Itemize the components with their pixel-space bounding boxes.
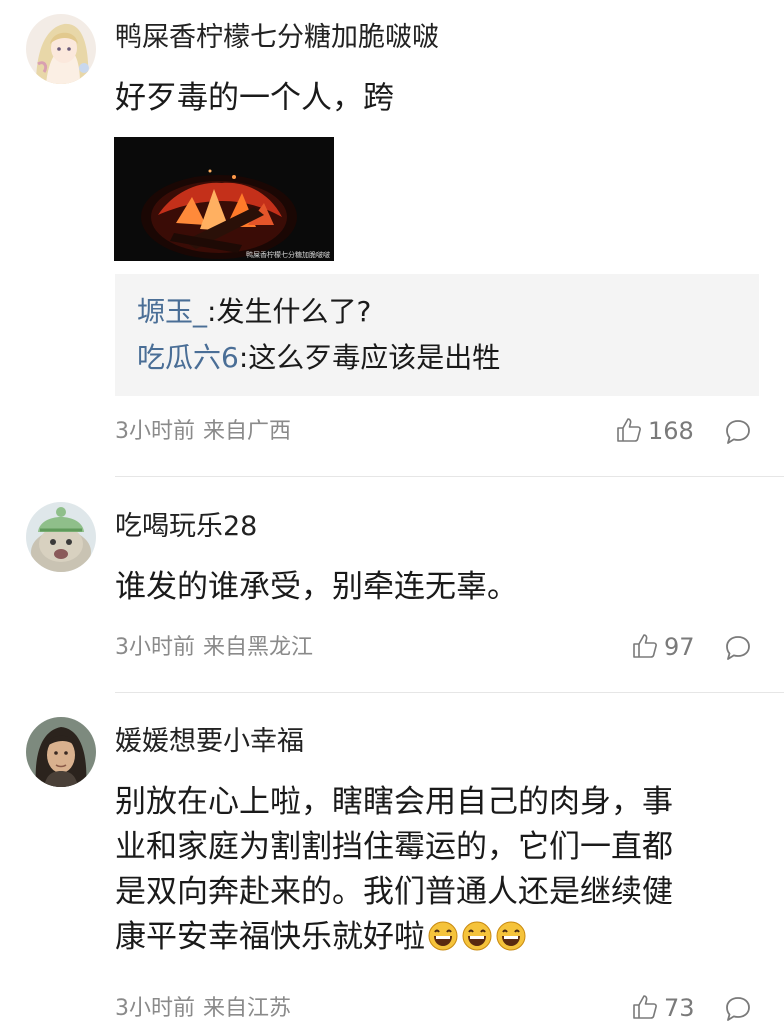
comment-image[interactable]: 鸭屎香柠檬七分糖加脆啵啵 <box>114 137 334 261</box>
comment-meta: 3小时前 来自江苏 <box>115 995 291 1023</box>
emoji-group <box>425 920 527 965</box>
comment-meta: 3小时前 来自广西 <box>115 418 291 446</box>
comment-time: 3小时前 <box>115 419 195 444</box>
comment-text-line: 别放在心上啦，瞎瞎会用自己的肉身，事 <box>115 784 673 820</box>
reply-button[interactable] <box>724 995 752 1023</box>
thumbs-up-icon <box>617 418 641 442</box>
comment-location: 来自黑龙江 <box>203 635 314 660</box>
cat-avatar-icon <box>26 502 96 572</box>
comment-text-line: 是双向奔赴来的。我们普通人还是继续健 <box>115 874 673 910</box>
reply-button[interactable] <box>724 418 752 446</box>
comment-time: 3小时前 <box>115 996 195 1021</box>
avatar[interactable] <box>26 502 96 572</box>
comment-username[interactable]: 媛媛想要小幸福 <box>115 725 304 759</box>
comment-time: 3小时前 <box>115 635 195 660</box>
reply-text: :发生什么了? <box>207 295 372 328</box>
like-count: 97 <box>664 633 695 661</box>
comment-text: 别放在心上啦，瞎瞎会用自己的肉身，事 业和家庭为割割挡住霉运的，它们一直都 是双… <box>115 780 755 965</box>
grin-emoji-icon <box>496 921 526 951</box>
comment-text-line: 康平安幸福快乐就好啦 <box>115 919 425 955</box>
campfire-image-icon: 鸭屎香柠檬七分糖加脆啵啵 <box>114 137 334 261</box>
comment-item: 鸭屎香柠檬七分糖加脆啵啵 好歹毒的一个人，跨 鸭屎香柠檬七分糖加脆啵啵 塬玉_:… <box>0 0 784 470</box>
speech-bubble-icon <box>726 636 750 660</box>
comment-text-line: 业和家庭为割割挡住霉运的，它们一直都 <box>115 829 673 865</box>
grin-emoji-icon <box>428 921 458 951</box>
reply-preview-box[interactable]: 塬玉_:发生什么了? 吃瓜六6:这么歹毒应该是出牲 <box>115 274 759 396</box>
reply-username[interactable]: 塬玉_ <box>137 295 207 328</box>
avatar[interactable] <box>26 717 96 787</box>
avatar[interactable] <box>26 14 96 84</box>
like-button[interactable]: 168 <box>616 416 694 446</box>
comment-username[interactable]: 鸭屎香柠檬七分糖加脆啵啵 <box>115 21 439 55</box>
reply-item[interactable]: 塬玉_:发生什么了? <box>137 294 371 330</box>
like-count: 73 <box>664 994 695 1022</box>
image-watermark: 鸭屎香柠檬七分糖加脆啵啵 <box>246 250 330 259</box>
comment-meta: 3小时前 来自黑龙江 <box>115 634 313 662</box>
like-count: 168 <box>648 417 694 445</box>
reply-text: :这么歹毒应该是出牲 <box>238 341 501 374</box>
like-button[interactable]: 73 <box>632 993 695 1023</box>
man-portrait-avatar-icon <box>26 717 96 787</box>
anime-girl-avatar-icon <box>26 14 96 84</box>
grin-emoji-icon <box>462 921 492 951</box>
thumbs-up-icon <box>633 634 657 658</box>
like-button[interactable]: 97 <box>632 632 695 662</box>
comment-text-line-last: 康平安幸福快乐就好啦 <box>115 915 755 965</box>
reply-button[interactable] <box>724 634 752 662</box>
reply-item[interactable]: 吃瓜六6:这么歹毒应该是出牲 <box>137 340 500 376</box>
comment-text: 好歹毒的一个人，跨 <box>115 80 394 116</box>
comment-item: 媛媛想要小幸福 别放在心上啦，瞎瞎会用自己的肉身，事 业和家庭为割割挡住霉运的，… <box>0 693 784 1024</box>
speech-bubble-icon <box>726 997 750 1021</box>
comment-location: 来自江苏 <box>203 996 292 1021</box>
comment-location: 来自广西 <box>203 419 292 444</box>
speech-bubble-icon <box>726 420 750 444</box>
comment-item: 吃喝玩乐28 谁发的谁承受，别牵连无辜。 3小时前 来自黑龙江 97 <box>0 477 784 692</box>
comment-text: 谁发的谁承受，别牵连无辜。 <box>115 569 518 605</box>
reply-username[interactable]: 吃瓜六6 <box>137 341 239 374</box>
comment-username[interactable]: 吃喝玩乐28 <box>115 510 257 544</box>
thumbs-up-icon <box>633 995 657 1019</box>
